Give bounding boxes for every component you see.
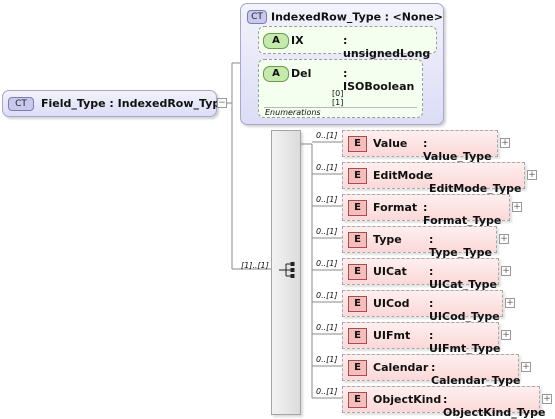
element-badge: E <box>348 360 367 376</box>
element-type: : ObjectKind_Type <box>443 393 546 419</box>
element-type: : EditMode_Type <box>429 169 522 195</box>
complex-type-name: IndexedRow_Type <box>271 10 382 24</box>
element-badge: E <box>348 168 367 184</box>
root-field-type-node[interactable]: CT Field_Type : IndexedRow_Type <box>2 90 228 117</box>
sequence-icon <box>279 262 295 278</box>
expand-toggle[interactable]: + <box>501 266 511 276</box>
complex-type-base: <None> <box>392 10 444 24</box>
element-badge: E <box>348 200 367 216</box>
root-collapse-toggle[interactable]: − <box>217 98 227 108</box>
element-objectkind[interactable]: E ObjectKind: ObjectKind_Type <box>342 386 545 419</box>
expand-toggle[interactable]: + <box>499 234 509 244</box>
complex-type-badge: CT <box>247 10 267 24</box>
element-cardinality: 0..[1] <box>316 131 338 140</box>
element-cardinality: 0..[1] <box>316 227 338 236</box>
attribute-name: Del <box>291 67 312 80</box>
element-editmode[interactable]: E EditMode: EditMode_Type <box>342 162 525 195</box>
attribute-badge: A <box>263 33 289 49</box>
element-name: EditMode <box>373 169 432 182</box>
element-name: UICod <box>373 297 410 310</box>
element-badge: E <box>348 232 367 248</box>
element-name: UICat <box>373 265 407 278</box>
element-type: : Value_Type <box>423 137 492 163</box>
element-type: : Type_Type <box>429 233 492 259</box>
element-cardinality: 0..[1] <box>316 387 338 396</box>
attribute-type: : ISOBoolean <box>343 67 415 93</box>
element-cardinality: 0..[1] <box>316 259 338 268</box>
expand-toggle[interactable]: + <box>512 202 522 212</box>
complex-type-colon: : <box>384 10 389 24</box>
root-label: Field_Type : IndexedRow_Type <box>41 97 228 110</box>
element-type: : Calendar_Type <box>431 361 521 387</box>
enumerations-label: Enumerations <box>265 108 321 117</box>
element-name: ObjectKind <box>373 393 442 406</box>
element-uicod[interactable]: E UICod : UICod_Type <box>342 290 503 323</box>
element-type: : UICat_Type <box>429 265 497 291</box>
element-name: UIFmt <box>373 329 411 342</box>
expand-toggle[interactable]: + <box>542 394 552 404</box>
attribute-type: : unsignedLong <box>343 34 431 60</box>
element-type: : UIFmt_Type <box>429 329 501 355</box>
expand-toggle[interactable]: + <box>500 138 510 148</box>
element-cardinality: 0..[1] <box>316 163 338 172</box>
element-type: : Format_Type <box>423 201 502 227</box>
element-cardinality: 0..[1] <box>316 355 338 364</box>
attribute-badge: A <box>263 66 289 82</box>
expand-toggle[interactable]: + <box>521 362 531 372</box>
element-uicat[interactable]: E UICat : UICat_Type <box>342 258 499 291</box>
element-cardinality: 0..[1] <box>316 195 338 204</box>
complex-type-badge: CT <box>8 97 34 111</box>
element-badge: E <box>348 264 367 280</box>
element-badge: E <box>348 296 367 312</box>
element-type[interactable]: E Type : Type_Type <box>342 226 497 259</box>
element-format[interactable]: E Format : Format_Type <box>342 194 510 227</box>
sequence-cardinality: [1]..[1] <box>241 261 269 270</box>
element-name: Calendar <box>373 361 429 374</box>
enumeration-value: [1] <box>332 98 344 107</box>
element-badge: E <box>348 136 367 152</box>
expand-toggle[interactable]: + <box>501 330 511 340</box>
expand-toggle[interactable]: + <box>527 170 537 180</box>
expand-toggle[interactable]: + <box>505 298 515 308</box>
element-type: : UICod_Type <box>429 297 500 323</box>
element-cardinality: 0..[1] <box>316 291 338 300</box>
attribute-ix[interactable]: A IX : unsignedLong <box>258 26 437 60</box>
element-calendar[interactable]: E Calendar: Calendar_Type <box>342 354 520 387</box>
enumeration-value: [0] <box>332 89 344 98</box>
attribute-name: IX <box>291 34 304 47</box>
attribute-del[interactable]: A Del : ISOBoolean Enumerations [0] [1] <box>258 59 423 118</box>
element-uifmt[interactable]: E UIFmt : UIFmt_Type <box>342 322 500 355</box>
element-value[interactable]: E Value : Value_Type <box>342 130 498 163</box>
element-name: Type <box>373 233 402 246</box>
element-badge: E <box>348 392 367 408</box>
element-badge: E <box>348 328 367 344</box>
element-cardinality: 0..[1] <box>316 323 338 332</box>
element-name: Format <box>373 201 418 214</box>
element-name: Value <box>373 137 408 150</box>
